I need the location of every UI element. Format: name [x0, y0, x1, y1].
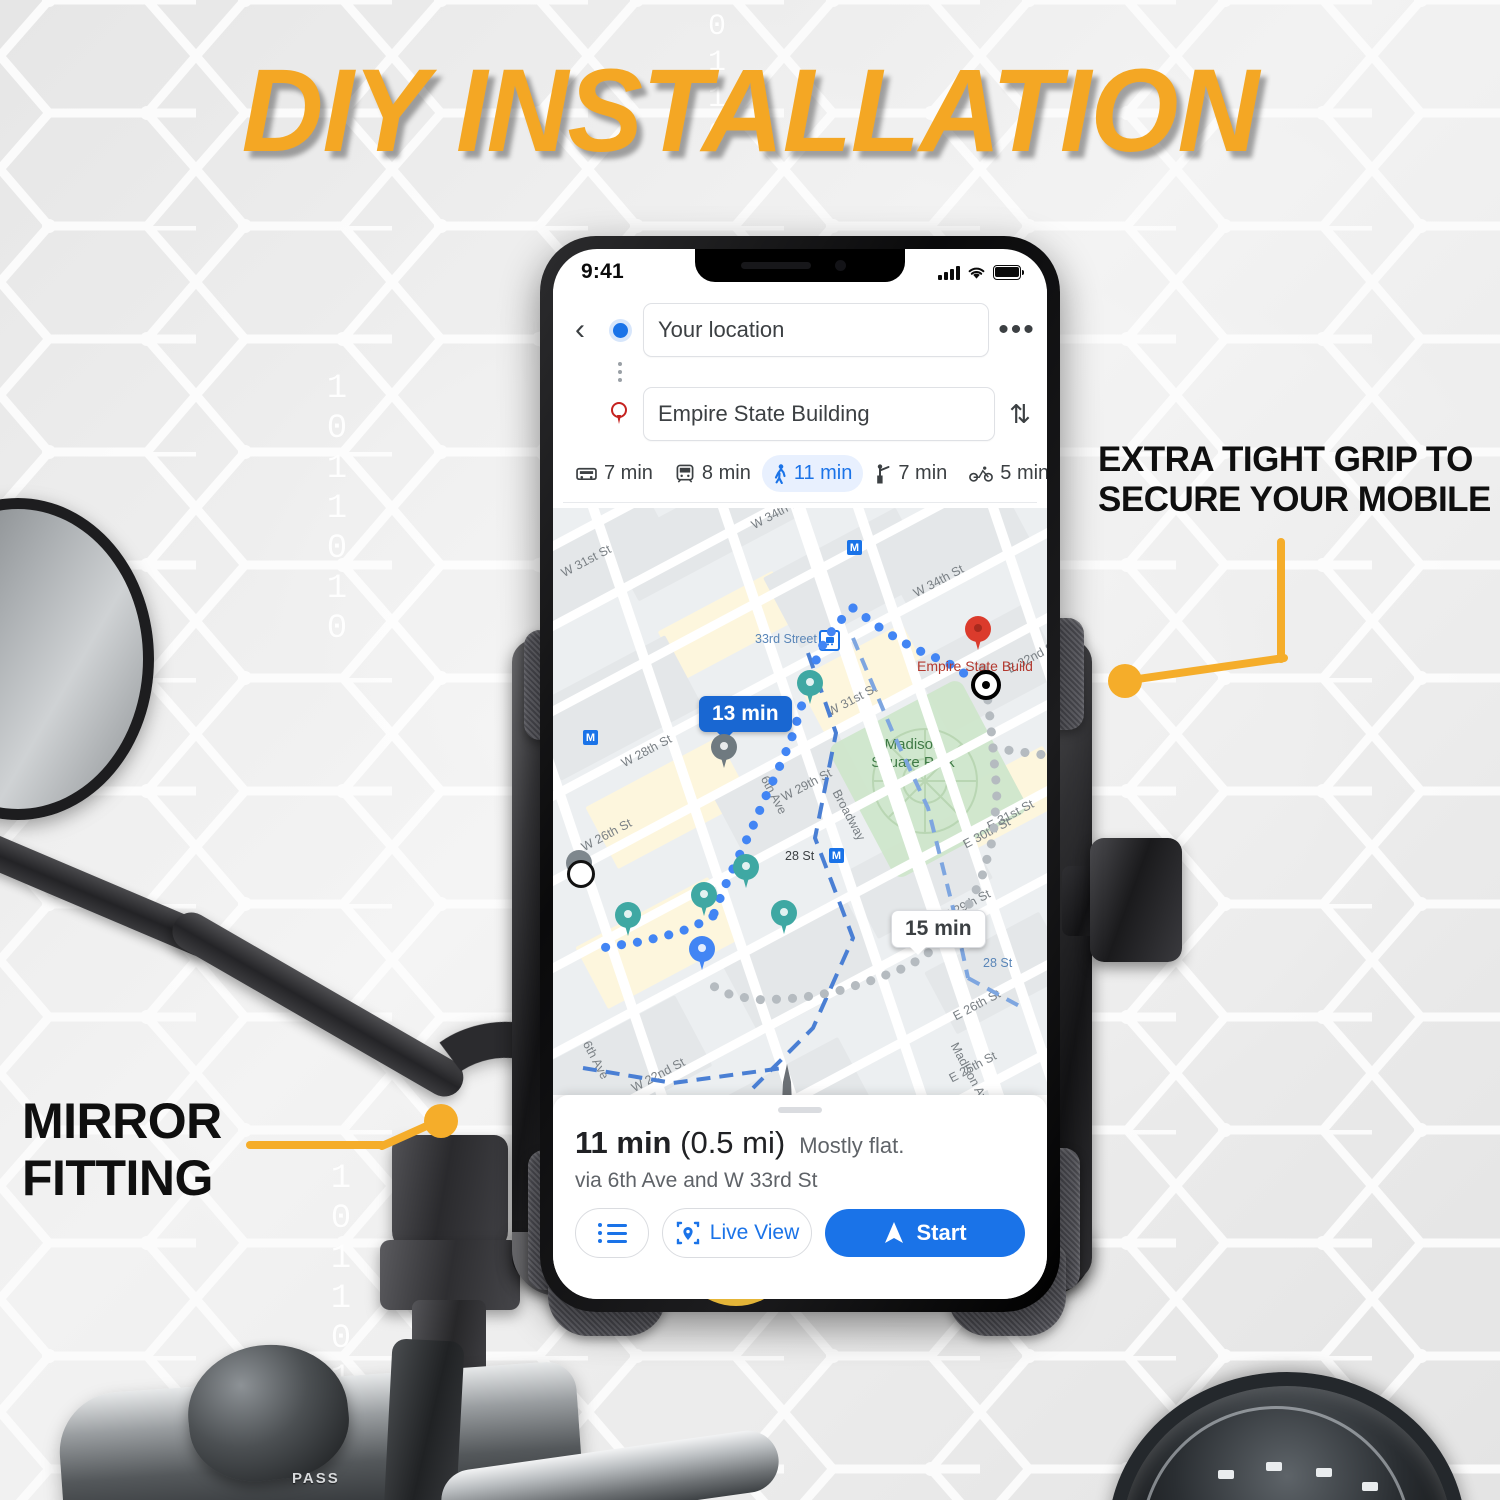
destination-map-label: Empire State Build — [917, 658, 1033, 674]
landmark-icon — [782, 1064, 792, 1095]
origin-marker-icon — [605, 318, 635, 342]
mode-driving-label: 7 min — [604, 462, 653, 484]
sheet-drag-handle[interactable] — [778, 1107, 822, 1113]
origin-input[interactable]: Your location — [643, 303, 989, 357]
route-summary-line: 11 min (0.5 mi) Mostly flat. — [575, 1125, 1025, 1161]
mode-driving[interactable]: 7 min — [565, 455, 664, 492]
route-via: via 6th Ave and W 33rd St — [575, 1169, 818, 1192]
transit-icon — [676, 464, 694, 483]
navigation-arrow-icon — [885, 1222, 904, 1243]
destination-input[interactable]: Empire State Building — [643, 387, 995, 441]
route-actions: Live View Start — [575, 1208, 1025, 1258]
pass-label: PASS — [292, 1470, 340, 1487]
poi-pin[interactable] — [615, 902, 641, 936]
route-time-bubble-secondary[interactable]: 15 min — [891, 910, 986, 955]
mode-rideshare-label: 7 min — [898, 462, 948, 484]
smartphone: 9:41 ‹ Your location ••• Empire State Bu… — [540, 236, 1060, 1312]
callout-grip-text: EXTRA TIGHT GRIP TO SECURE YOUR MOBILE — [1098, 440, 1491, 519]
phone-screen: 9:41 ‹ Your location ••• Empire State Bu… — [553, 249, 1047, 1299]
wifi-icon — [968, 267, 985, 279]
current-target-icon — [971, 670, 1001, 700]
steps-button[interactable] — [575, 1208, 649, 1258]
kebab-menu-icon[interactable]: ••• — [997, 315, 1037, 345]
mode-rideshare[interactable]: 7 min — [863, 455, 958, 492]
mode-cycling[interactable]: 5 min — [958, 455, 1047, 492]
poi-pin[interactable] — [771, 900, 797, 934]
travel-modes: 7 min 8 min 11 min 7 min 5 min — [563, 455, 1047, 503]
car-icon — [576, 467, 597, 481]
rideshare-icon — [877, 463, 890, 483]
page-title: DIY INSTALLATION — [241, 45, 1260, 177]
live-view-button[interactable]: Live View — [662, 1208, 813, 1258]
battery-full-icon — [993, 264, 1024, 280]
destination-pin-icon — [605, 402, 635, 426]
poi-pin[interactable] — [711, 734, 737, 768]
list-steps-icon — [597, 1223, 627, 1243]
directions-header: ‹ Your location ••• Empire State Buildin… — [553, 289, 1047, 503]
poi-pin[interactable] — [691, 882, 717, 916]
live-view-label: Live View — [709, 1221, 800, 1244]
start-button[interactable]: Start — [825, 1209, 1025, 1257]
binary-decor-2: 101101 — [322, 1160, 360, 1400]
route-terrain: Mostly flat. — [799, 1133, 905, 1158]
speedometer-tick — [1316, 1468, 1332, 1477]
map-canvas[interactable]: Madison Square Park W 34th St W 34th St … — [553, 508, 1047, 1095]
status-clock: 9:41 — [581, 260, 624, 283]
destination-map-pin[interactable] — [965, 616, 991, 650]
route-summary-sheet: 11 min (0.5 mi) Mostly flat. via 6th Ave… — [553, 1095, 1047, 1299]
poi-pin[interactable] — [689, 936, 715, 970]
bike-icon — [969, 466, 994, 482]
live-view-icon — [676, 1221, 699, 1245]
callout-mirror-text: MIRROR FITTING — [22, 1093, 222, 1206]
origin-map-marker[interactable] — [567, 860, 595, 888]
mode-walking-label: 11 min — [793, 462, 853, 484]
alternate-walking-route — [704, 663, 1047, 1005]
origin-row: ‹ Your location ••• — [563, 303, 1037, 357]
cellular-bars-icon — [938, 265, 960, 280]
earpiece-speaker-icon — [741, 262, 811, 269]
dotted-connector-icon — [605, 359, 635, 385]
product-infographic: 1011010 101101 0110 DIY INSTALLATION PAS… — [0, 0, 1500, 1500]
leader-dot — [424, 1104, 458, 1138]
swap-vertical-icon[interactable]: ⇅ — [1003, 401, 1037, 427]
speedometer-tick — [1266, 1462, 1282, 1471]
mode-transit-label: 8 min — [701, 462, 751, 484]
speedometer-tick — [1218, 1470, 1234, 1479]
tightening-knob[interactable] — [1090, 838, 1182, 962]
back-chevron-icon[interactable]: ‹ — [563, 315, 597, 345]
route-connector — [563, 359, 1037, 385]
phone-notch — [695, 249, 905, 282]
binary-decor-1: 1011010 — [318, 370, 356, 650]
poi-pin[interactable] — [797, 670, 823, 704]
start-label: Start — [916, 1220, 967, 1245]
destination-row: Empire State Building ⇅ — [563, 387, 1037, 441]
poi-pin[interactable] — [733, 854, 759, 888]
route-time-bubble-primary[interactable]: 13 min — [699, 696, 792, 740]
route-duration: 11 min (0.5 mi) — [575, 1125, 786, 1160]
front-camera-icon — [835, 260, 846, 271]
speedometer-tick — [1362, 1482, 1378, 1491]
mode-transit[interactable]: 8 min — [664, 455, 762, 492]
status-icons — [938, 264, 1024, 280]
mode-cycling-label: 5 min — [1000, 462, 1047, 484]
leader-dot — [1108, 664, 1142, 698]
walk-icon — [774, 463, 786, 484]
mode-walking[interactable]: 11 min — [761, 455, 864, 492]
